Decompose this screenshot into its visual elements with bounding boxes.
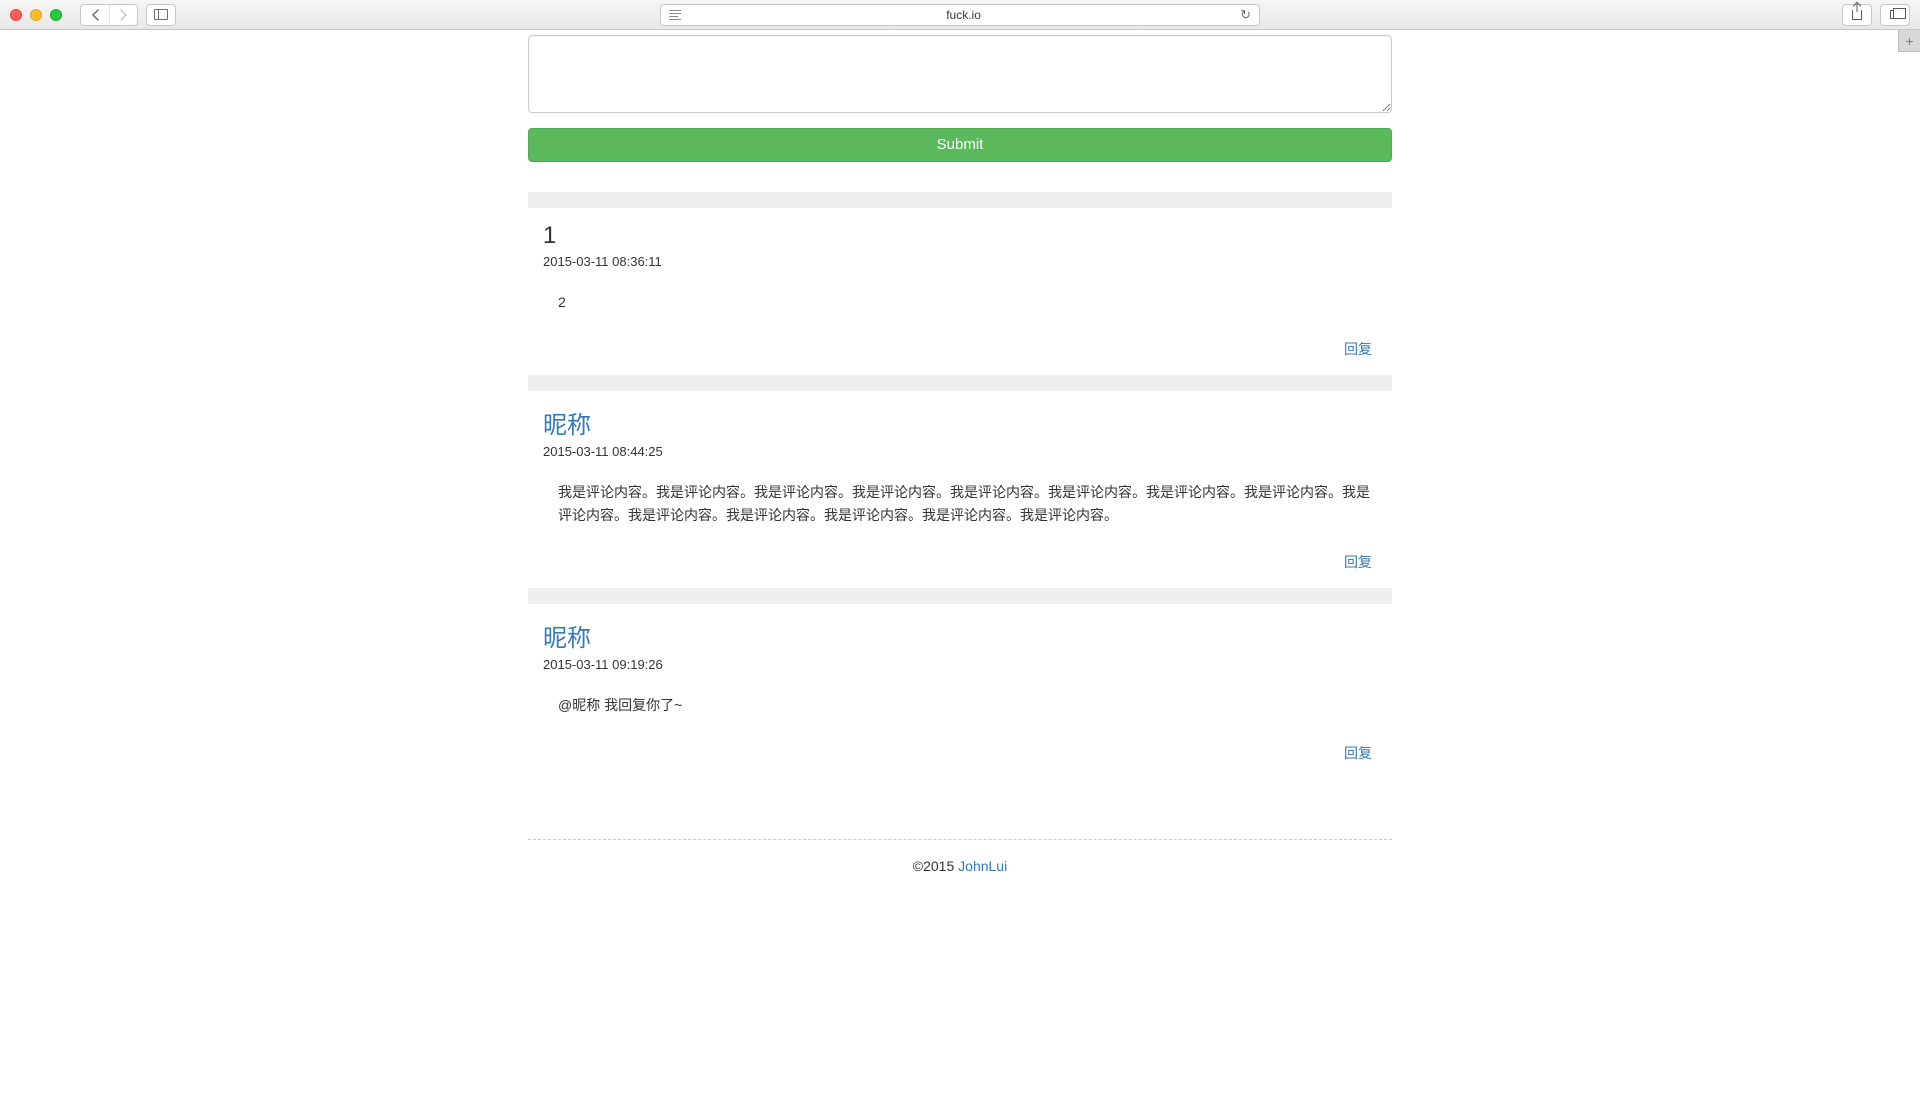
comment-item: 昵称 2015-03-11 08:44:25 我是评论内容。我是评论内容。我是评… — [528, 391, 1392, 588]
comment-separator — [528, 375, 1392, 391]
footer-author-link[interactable]: JohnLui — [958, 858, 1007, 874]
close-window-button[interactable] — [10, 9, 22, 21]
comment-timestamp: 2015-03-11 08:44:25 — [543, 444, 1377, 459]
comment-separator — [528, 588, 1392, 604]
comment-timestamp: 2015-03-11 08:36:11 — [543, 254, 1377, 269]
url-text: fuck.io — [687, 8, 1240, 22]
footer-separator — [528, 839, 1392, 840]
share-icon — [1852, 10, 1862, 20]
chevron-right-icon — [119, 9, 128, 21]
sidebar-icon — [154, 9, 168, 20]
forward-button[interactable] — [109, 5, 137, 25]
reply-row: 回复 — [543, 552, 1377, 580]
comment-item: 昵称 2015-03-11 09:19:26 @昵称 我回复你了~ 回复 — [528, 604, 1392, 778]
fullscreen-window-button[interactable] — [50, 9, 62, 21]
reply-link[interactable]: 回复 — [1344, 341, 1372, 357]
tabs-icon — [1890, 10, 1901, 19]
comment-author-link[interactable]: 昵称 — [543, 625, 591, 652]
show-tabs-button[interactable] — [1880, 4, 1910, 26]
browser-toolbar: fuck.io ↻ — [0, 0, 1920, 30]
comment-separator — [528, 192, 1392, 208]
reload-button[interactable]: ↻ — [1240, 7, 1251, 23]
back-button[interactable] — [81, 5, 109, 25]
comment-author: 昵称 — [543, 618, 1377, 653]
share-button[interactable] — [1842, 4, 1872, 26]
chevron-left-icon — [91, 9, 100, 21]
comment-content: 我是评论内容。我是评论内容。我是评论内容。我是评论内容。我是评论内容。我是评论内… — [543, 477, 1377, 530]
comment-author: 昵称 — [543, 405, 1377, 440]
reply-link[interactable]: 回复 — [1344, 554, 1372, 570]
comment-item: 1 2015-03-11 08:36:11 2 回复 — [528, 208, 1392, 375]
reply-row: 回复 — [543, 339, 1377, 367]
comment-author-link[interactable]: 昵称 — [543, 412, 591, 439]
minimize-window-button[interactable] — [30, 9, 42, 21]
submit-button[interactable]: Submit — [528, 128, 1392, 162]
new-tab-button[interactable]: + — [1898, 30, 1920, 52]
comment-content: 2 — [543, 287, 1377, 317]
copyright-text: ©2015 — [913, 858, 958, 874]
comment-content: @昵称 我回复你了~ — [543, 690, 1377, 720]
comment-author: 1 — [543, 222, 1377, 250]
reply-row: 回复 — [543, 743, 1377, 771]
comment-timestamp: 2015-03-11 09:19:26 — [543, 657, 1377, 672]
footer: ©2015 JohnLui — [528, 858, 1392, 904]
reader-icon — [669, 10, 681, 20]
window-controls — [10, 9, 62, 21]
nav-button-group — [80, 4, 138, 26]
toolbar-right — [1842, 4, 1910, 26]
comment-textarea[interactable] — [528, 35, 1392, 113]
address-bar[interactable]: fuck.io ↻ — [660, 4, 1260, 26]
reply-link[interactable]: 回复 — [1344, 745, 1372, 761]
content-container: Submit 1 2015-03-11 08:36:11 2 回复 昵称 201… — [528, 30, 1392, 904]
sidebar-toggle-button[interactable] — [146, 4, 176, 26]
page-body: Submit 1 2015-03-11 08:36:11 2 回复 昵称 201… — [0, 30, 1920, 1108]
